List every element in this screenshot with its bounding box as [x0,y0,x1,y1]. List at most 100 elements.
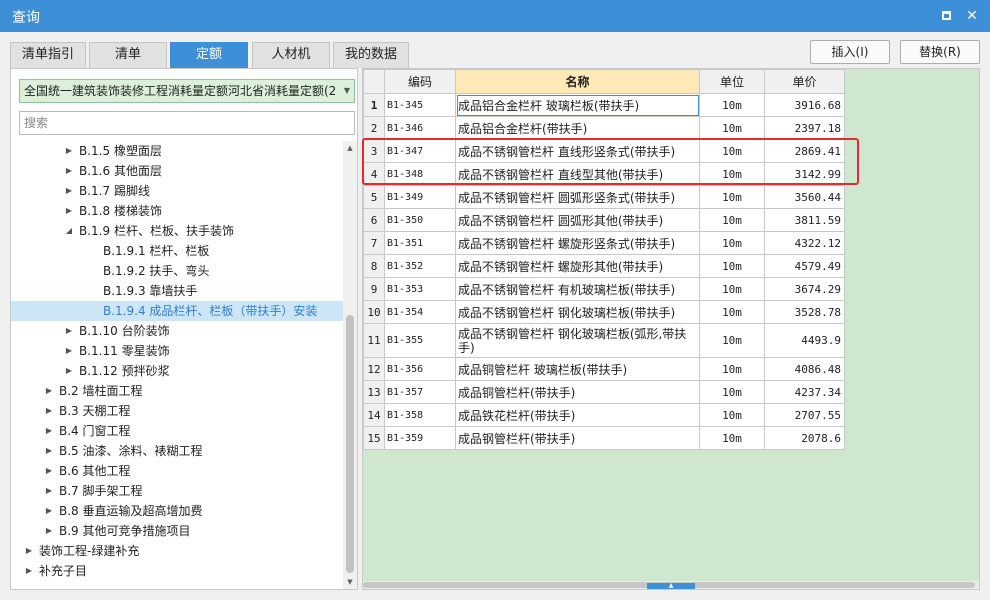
close-icon[interactable]: ✕ [962,6,982,26]
name-cell[interactable]: 成品不锈钢管栏杆 有机玻璃栏板(带扶手) [455,277,700,301]
tree-item[interactable]: ▶ B.7 脚手架工程 [11,481,343,501]
collapsed-arrow-icon[interactable]: ▶ [63,141,75,161]
code-cell[interactable]: B1-356 [384,357,456,381]
unit-cell[interactable]: 10m [699,116,765,140]
tree-item[interactable]: ▶ B.3 天棚工程 [11,401,343,421]
name-cell[interactable]: 成品不锈钢管栏杆 圆弧形其他(带扶手) [455,208,700,232]
code-cell[interactable]: B1-357 [384,380,456,404]
name-cell[interactable]: 成品铝合金栏杆 玻璃栏板(带扶手) [455,93,700,117]
price-cell[interactable]: 4086.48 [764,357,845,381]
row-number-cell[interactable]: 2 [363,116,385,140]
name-cell[interactable]: 成品不锈钢管栏杆 圆弧形竖条式(带扶手) [455,185,700,209]
splitter-grip-icon[interactable]: ▲ [647,583,695,589]
tab-bill-guide[interactable]: 清单指引 [10,42,86,68]
column-header-name[interactable]: 名称 [455,69,700,94]
price-cell[interactable]: 2869.41 [764,139,845,163]
tree-item[interactable]: ▶ B.1.12 预拌砂浆 [11,361,343,381]
horizontal-scrollbar[interactable]: ▲ [363,581,979,589]
unit-cell[interactable]: 10m [699,93,765,117]
collapsed-arrow-icon[interactable]: ▶ [23,561,35,581]
tree-item[interactable]: B.1.9.3 靠墙扶手 [11,281,343,301]
name-cell[interactable]: 成品不锈钢管栏杆 钢化玻璃栏板(弧形,带扶手) [455,323,700,358]
name-cell[interactable]: 成品不锈钢管栏杆 直线形竖条式(带扶手) [455,139,700,163]
price-cell[interactable]: 2707.55 [764,403,845,427]
tab-quota[interactable]: 定额 [170,42,248,68]
table-row[interactable]: 15 B1-359 成品钢管栏杆(带扶手) 10m 2078.6 [363,426,845,450]
code-cell[interactable]: B1-358 [384,403,456,427]
column-header-price[interactable]: 单价 [764,69,845,94]
quota-library-select[interactable]: 全国统一建筑装饰装修工程消耗量定额河北省消耗量定额(2012) ▼ [19,79,355,103]
search-input[interactable] [19,111,355,135]
table-row[interactable]: 10 B1-354 成品不锈钢管栏杆 钢化玻璃栏板(带扶手) 10m 3528.78 [363,300,845,324]
unit-cell[interactable]: 10m [699,403,765,427]
price-cell[interactable]: 4237.34 [764,380,845,404]
row-number-cell[interactable]: 13 [363,380,385,404]
tree-item[interactable]: ▶ B.1.11 零星装饰 [11,341,343,361]
row-number-cell[interactable]: 15 [363,426,385,450]
row-number-cell[interactable]: 11 [363,323,385,358]
table-row[interactable]: 2 B1-346 成品铝合金栏杆(带扶手) 10m 2397.18 [363,116,845,140]
row-number-cell[interactable]: 12 [363,357,385,381]
code-cell[interactable]: B1-345 [384,93,456,117]
unit-cell[interactable]: 10m [699,323,765,358]
row-number-cell[interactable]: 7 [363,231,385,255]
name-cell[interactable]: 成品不锈钢管栏杆 螺旋形其他(带扶手) [455,254,700,278]
tree-item[interactable]: ◢ B.1.9 栏杆、栏板、扶手装饰 [11,221,343,241]
table-row[interactable]: 5 B1-349 成品不锈钢管栏杆 圆弧形竖条式(带扶手) 10m 3560.44 [363,185,845,209]
column-header-unit[interactable]: 单位 [699,69,765,94]
unit-cell[interactable]: 10m [699,231,765,255]
price-cell[interactable]: 3811.59 [764,208,845,232]
price-cell[interactable]: 4493.9 [764,323,845,358]
collapsed-arrow-icon[interactable]: ▶ [63,361,75,381]
tree-item[interactable]: ▶ B.1.8 楼梯装饰 [11,201,343,221]
collapsed-arrow-icon[interactable]: ▶ [43,501,55,521]
row-number-cell[interactable]: 6 [363,208,385,232]
table-row[interactable]: 12 B1-356 成品铜管栏杆 玻璃栏板(带扶手) 10m 4086.48 [363,357,845,381]
name-cell[interactable]: 成品铁花栏杆(带扶手) [455,403,700,427]
insert-button[interactable]: 插入(I) [810,40,890,64]
unit-cell[interactable]: 10m [699,277,765,301]
tab-labor-material-machine[interactable]: 人材机 [252,42,330,68]
unit-cell[interactable]: 10m [699,139,765,163]
code-cell[interactable]: B1-347 [384,139,456,163]
code-cell[interactable]: B1-359 [384,426,456,450]
row-number-cell[interactable]: 3 [363,139,385,163]
tree-item[interactable]: ▶ B.1.6 其他面层 [11,161,343,181]
tree-item[interactable]: ▶ B.6 其他工程 [11,461,343,481]
tree-item[interactable]: B.1.9.2 扶手、弯头 [11,261,343,281]
tree-item[interactable]: ▶ B.1.10 台阶装饰 [11,321,343,341]
table-row[interactable]: 1 B1-345 成品铝合金栏杆 玻璃栏板(带扶手) 10m 3916.68 [363,93,845,117]
collapsed-arrow-icon[interactable]: ▶ [23,541,35,561]
tree-item[interactable]: ▶ B.1.5 橡塑面层 [11,141,343,161]
code-cell[interactable]: B1-354 [384,300,456,324]
tree-item[interactable]: ▶ B.4 门窗工程 [11,421,343,441]
code-cell[interactable]: B1-352 [384,254,456,278]
row-number-cell[interactable]: 9 [363,277,385,301]
table-row[interactable]: 13 B1-357 成品铜管栏杆(带扶手) 10m 4237.34 [363,380,845,404]
collapsed-arrow-icon[interactable]: ▶ [63,161,75,181]
tree-item[interactable]: ▶ 补充子目 [11,561,343,581]
unit-cell[interactable]: 10m [699,426,765,450]
tree-item[interactable]: B.1.9.4 成品栏杆、栏板（带扶手）安装 [11,301,343,321]
name-cell[interactable]: 成品铝合金栏杆(带扶手) [455,116,700,140]
unit-cell[interactable]: 10m [699,208,765,232]
unit-cell[interactable]: 10m [699,254,765,278]
code-cell[interactable]: B1-350 [384,208,456,232]
code-cell[interactable]: B1-353 [384,277,456,301]
price-cell[interactable]: 4322.12 [764,231,845,255]
unit-cell[interactable]: 10m [699,380,765,404]
tab-bill[interactable]: 清单 [89,42,167,68]
price-cell[interactable]: 3528.78 [764,300,845,324]
name-cell[interactable]: 成品不锈钢管栏杆 螺旋形竖条式(带扶手) [455,231,700,255]
table-row[interactable]: 9 B1-353 成品不锈钢管栏杆 有机玻璃栏板(带扶手) 10m 3674.29 [363,277,845,301]
collapsed-arrow-icon[interactable]: ▶ [43,401,55,421]
table-row[interactable]: 8 B1-352 成品不锈钢管栏杆 螺旋形其他(带扶手) 10m 4579.49 [363,254,845,278]
tree-item[interactable]: ▶ B.1.7 踢脚线 [11,181,343,201]
row-number-cell[interactable]: 1 [363,93,385,117]
name-cell[interactable]: 成品铜管栏杆(带扶手) [455,380,700,404]
code-cell[interactable]: B1-346 [384,116,456,140]
price-cell[interactable]: 4579.49 [764,254,845,278]
tree-item[interactable]: ▶ B.2 墙柱面工程 [11,381,343,401]
collapsed-arrow-icon[interactable]: ▶ [43,461,55,481]
collapsed-arrow-icon[interactable]: ▶ [43,441,55,461]
